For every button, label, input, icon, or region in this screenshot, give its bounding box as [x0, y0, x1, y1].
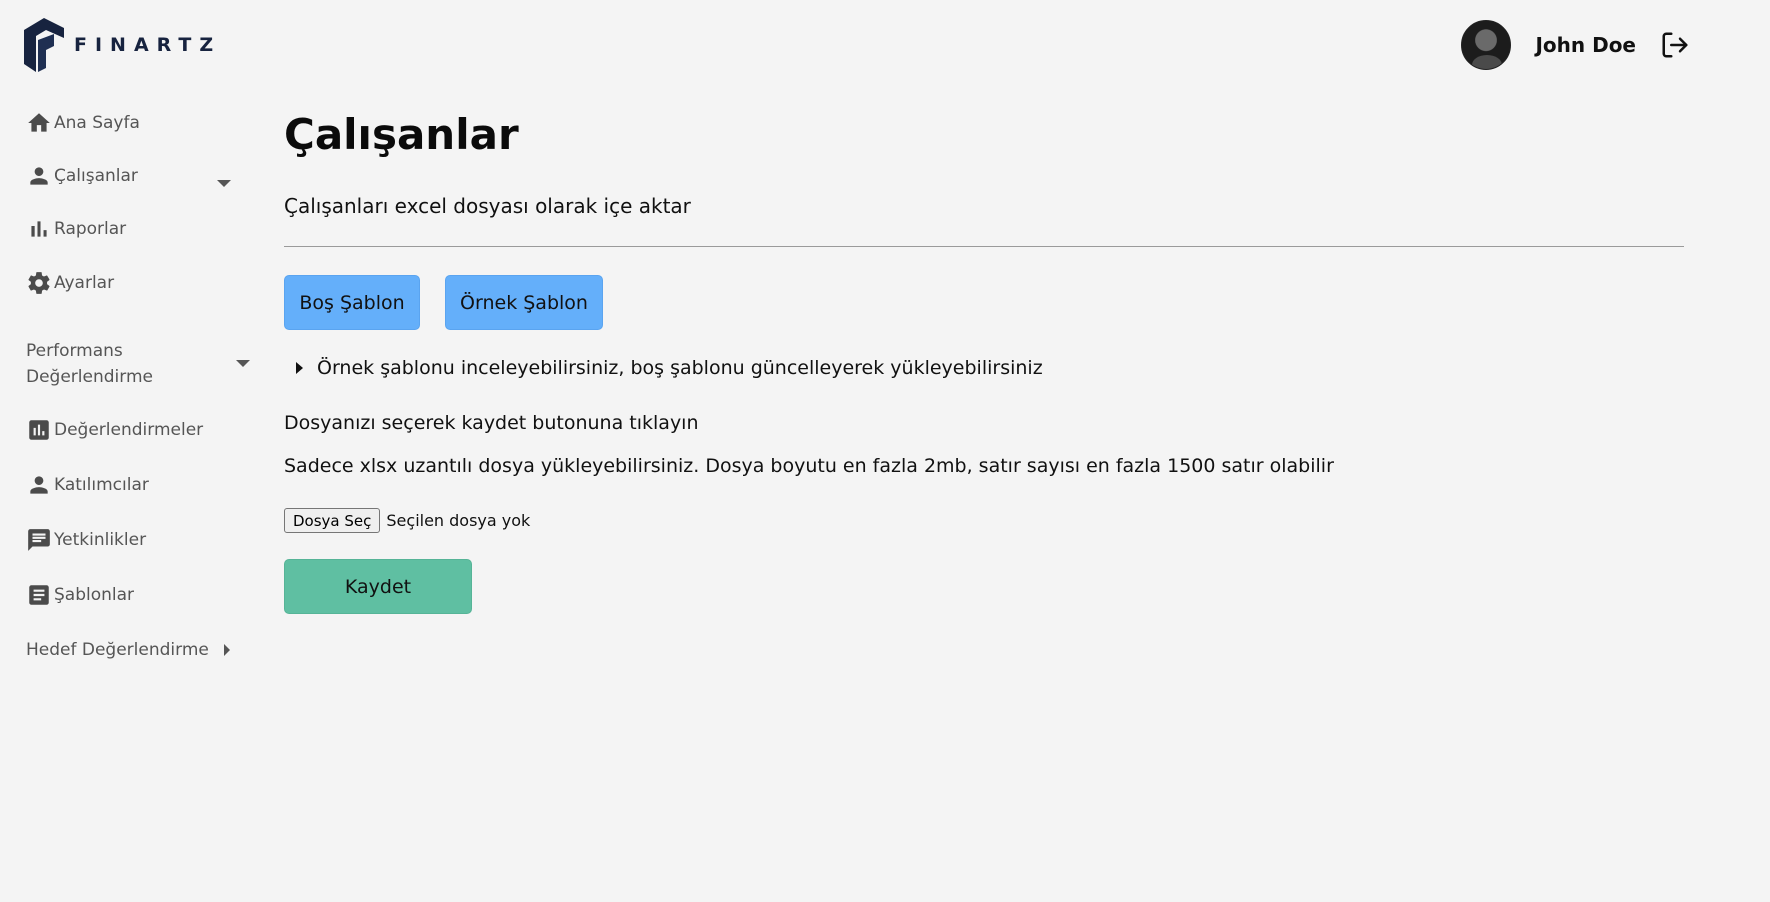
- chevron-down-icon[interactable]: [236, 360, 250, 367]
- sidebar-group-label: Performans: [26, 341, 123, 361]
- caret-right-icon: [296, 362, 303, 374]
- logout-icon[interactable]: [1660, 30, 1690, 60]
- sidebar-item-raporlar[interactable]: Raporlar: [26, 216, 126, 242]
- person-icon: [30, 476, 48, 494]
- sidebar-item-label: Katılımcılar: [54, 475, 149, 495]
- sidebar-item-katilimcilar[interactable]: Katılımcılar: [26, 472, 149, 498]
- assessment-icon: [29, 420, 49, 440]
- sidebar-item-ayarlar[interactable]: Ayarlar: [26, 270, 114, 296]
- home-icon: [28, 113, 50, 132]
- user-area: John Doe: [1461, 20, 1690, 70]
- sidebar-item-calisanlar[interactable]: Çalışanlar: [26, 163, 138, 189]
- empty-template-button[interactable]: Boş Şablon: [284, 275, 420, 330]
- finartz-logo[interactable]: FINARTZ: [24, 18, 221, 72]
- sidebar-item-degerlendirmeler[interactable]: Değerlendirmeler: [26, 417, 203, 443]
- file-input: Dosya Seç Seçilen dosya yok: [284, 508, 530, 533]
- details-summary: Örnek şablonu inceleyebilirsiniz, boş şa…: [317, 357, 1043, 379]
- template-icon: [29, 585, 49, 605]
- file-status: Seçilen dosya yok: [386, 511, 531, 530]
- sidebar-group-hedef[interactable]: Hedef Değerlendirme: [26, 637, 209, 663]
- sidebar-group-label: Hedef Değerlendirme: [26, 640, 209, 660]
- sidebar-item-label: Raporlar: [54, 219, 127, 239]
- sidebar-group-label: Değerlendirme: [26, 367, 153, 387]
- person-icon: [30, 167, 48, 185]
- instruction-text: Dosyanızı seçerek kaydet butonuna tıklay…: [284, 412, 699, 434]
- comment-icon: [28, 529, 50, 551]
- sample-template-button[interactable]: Örnek Şablon: [445, 275, 603, 330]
- sidebar-item-label: Ayarlar: [54, 273, 115, 293]
- bar-chart-icon: [31, 221, 47, 237]
- restriction-text: Sadece xlsx uzantılı dosya yükleyebilirs…: [284, 455, 1334, 477]
- page-title: Çalışanlar: [284, 110, 519, 159]
- sidebar-item-yetkinlikler[interactable]: Yetkinlikler: [26, 527, 146, 553]
- sidebar-item-label: Çalışanlar: [54, 166, 138, 186]
- chevron-down-icon[interactable]: [217, 180, 231, 187]
- app-root: FINARTZ John Doe Ana Sayfa Çalışanlar Ra…: [0, 0, 1770, 902]
- logo-mark-icon: [24, 18, 64, 72]
- sidebar-item-label: Yetkinlikler: [54, 530, 147, 550]
- avatar[interactable]: [1461, 20, 1512, 70]
- logo-text: FINARTZ: [74, 34, 222, 56]
- user-name: John Doe: [1535, 33, 1636, 57]
- gear-icon: [28, 272, 50, 294]
- template-details-toggle[interactable]: Örnek şablonu inceleyebilirsiniz, boş şa…: [296, 357, 1043, 379]
- divider: [284, 246, 1684, 247]
- sidebar-item-sablonlar[interactable]: Şablonlar: [26, 582, 134, 608]
- sidebar-item-ana-sayfa[interactable]: Ana Sayfa: [26, 110, 140, 136]
- choose-file-button[interactable]: Dosya Seç: [284, 508, 381, 533]
- chevron-right-icon[interactable]: [224, 644, 230, 656]
- save-button[interactable]: Kaydet: [284, 559, 472, 614]
- page-subtitle: Çalışanları excel dosyası olarak içe akt…: [284, 194, 691, 218]
- sidebar-item-label: Şablonlar: [54, 585, 135, 605]
- sidebar-group-performans[interactable]: Performans Değerlendirme: [26, 338, 153, 390]
- sidebar-item-label: Değerlendirmeler: [54, 420, 204, 440]
- sidebar-item-label: Ana Sayfa: [54, 113, 140, 133]
